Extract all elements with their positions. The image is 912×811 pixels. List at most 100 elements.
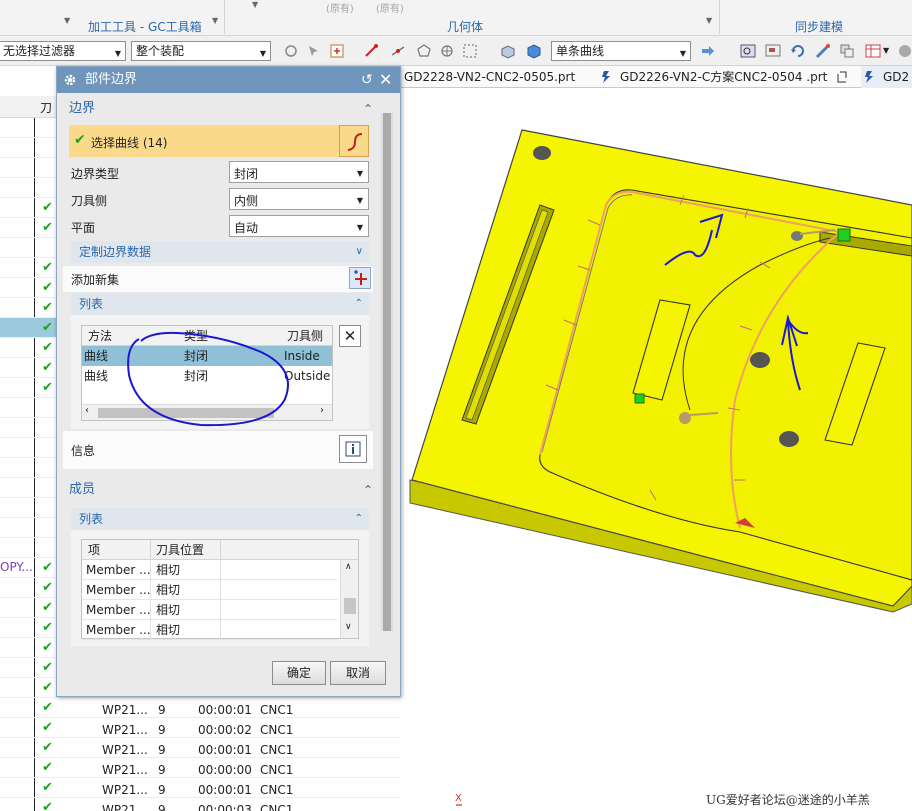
tool-side-select[interactable]: 内侧 ▼ <box>229 188 369 210</box>
section-boundary-header[interactable]: 边界 ⌃ <box>63 96 379 122</box>
filter-pointer-icon[interactable] <box>306 43 322 59</box>
snap-midpoint-icon[interactable] <box>390 43 406 59</box>
plane-select[interactable]: 自动 ▼ <box>229 215 369 237</box>
list-header[interactable]: 列表 ⌃ <box>71 293 369 315</box>
select-box-icon[interactable] <box>329 43 345 59</box>
tab-file-gd2[interactable]: GD2 <box>861 66 912 88</box>
snap-endpoint-icon[interactable] <box>363 43 379 59</box>
hole-center <box>750 352 770 368</box>
section-members-title: 成员 <box>69 482 96 497</box>
curve-picker-button[interactable] <box>339 125 369 157</box>
members-vertical-scrollbar[interactable]: ∧ ∨ <box>340 560 358 638</box>
cell-machine: CNC1 <box>260 803 294 811</box>
scroll-up-icon[interactable]: ∧ <box>345 562 352 572</box>
boundary-type-select[interactable]: 封闭 ▼ <box>229 161 369 183</box>
ribbon-group-machining-tools[interactable]: 加工工具 - GC工具箱 <box>88 18 202 35</box>
ribbon-faded-label: (原有) <box>326 4 354 15</box>
ribbon-expand-icon[interactable]: ▼ <box>212 16 218 25</box>
section-members-header[interactable]: 成员 ⌃ <box>63 477 379 503</box>
column-header-tool[interactable]: 刀 <box>40 99 52 116</box>
check-icon: ✔ <box>42 340 53 355</box>
dialog-scrollbar-track[interactable] <box>381 113 393 631</box>
collapse-icon[interactable]: ⌃ <box>355 293 363 315</box>
chevron-down-icon: ▼ <box>356 169 363 178</box>
part-model[interactable]: X <box>400 89 912 811</box>
rotate-icon[interactable] <box>790 43 806 59</box>
ribbon-dropdown-icon[interactable]: ▼ <box>252 0 258 9</box>
close-icon[interactable]: ✕ <box>379 67 392 93</box>
hole-small <box>791 231 803 241</box>
column-header-item[interactable]: 项 <box>88 540 100 560</box>
cancel-button[interactable]: 取消 <box>330 661 386 685</box>
add-new-set-button[interactable] <box>349 267 371 289</box>
remove-item-button[interactable]: ✕ <box>339 325 361 347</box>
check-icon: ✔ <box>74 132 86 148</box>
column-header-method[interactable]: 方法 <box>88 326 112 346</box>
cell-item: Member ... <box>86 623 151 637</box>
select-curve-row[interactable]: ✔ 选择曲线 (14) <box>69 125 339 157</box>
selection-filter-dropdown[interactable]: 无选择过滤器 ▼ <box>0 41 126 61</box>
custom-boundary-data-header[interactable]: 定制边界数据 ∨ <box>71 241 369 263</box>
ok-button[interactable]: 确定 <box>272 661 326 685</box>
table-row[interactable]: Member ... 相切 <box>82 620 338 640</box>
tab-pin-icon[interactable] <box>836 71 848 83</box>
pan-icon[interactable] <box>815 43 831 59</box>
column-header-tool-position[interactable]: 刀具位置 <box>156 540 204 560</box>
cell-count: 9 <box>158 723 166 737</box>
tab-file-0505[interactable]: GD2228-VN2-CNC2-0505.prt <box>400 66 596 88</box>
expand-icon[interactable]: ∨ <box>356 241 363 263</box>
ribbon-group-geometry[interactable]: 几何体 <box>447 18 483 35</box>
layer-settings-icon[interactable] <box>865 43 881 59</box>
copy-label: OPY... <box>0 560 33 574</box>
ribbon-expand-icon[interactable]: ▼ <box>706 16 712 25</box>
shaded-view-icon[interactable] <box>500 43 516 59</box>
box-select-icon[interactable] <box>462 43 478 59</box>
reset-icon[interactable]: ↺ <box>361 67 373 93</box>
graphics-viewport[interactable]: X <box>400 89 912 811</box>
ribbon-group-sync-modeling[interactable]: 同步建模 <box>795 18 843 35</box>
members-list-header[interactable]: 列表 ⌃ <box>71 508 369 530</box>
cell-method: 曲线 <box>84 369 109 383</box>
render-style-icon[interactable] <box>839 43 855 59</box>
hole-lower <box>779 431 799 447</box>
boundary-start-marker[interactable] <box>634 393 645 404</box>
snap-point-icon[interactable] <box>283 43 299 59</box>
fit-view-icon[interactable] <box>740 43 756 59</box>
cube-icon[interactable] <box>526 43 542 59</box>
scroll-left-icon[interactable]: ‹ <box>85 405 89 416</box>
info-label: 信息 <box>71 444 96 458</box>
collapse-icon[interactable]: ⌃ <box>355 508 363 530</box>
cell-count: 9 <box>158 703 166 717</box>
collapse-icon[interactable]: ⌃ <box>363 96 373 122</box>
collapse-icon[interactable]: ⌃ <box>363 477 373 503</box>
curve-rule-value: 单条曲线 <box>556 44 605 58</box>
assembly-scope-dropdown[interactable]: 整个装配 ▼ <box>131 41 271 61</box>
chevron-down-icon: ▼ <box>679 49 686 58</box>
arrow-right-icon[interactable] <box>700 43 716 59</box>
material-icon[interactable] <box>897 43 912 59</box>
table-row[interactable]: Member ... 相切 <box>82 580 338 600</box>
zoom-icon[interactable] <box>765 43 781 59</box>
part-boundary-dialog[interactable]: 部件边界 ↺ ✕ 边界 ⌃ ✔ 选择曲线 (14) 边界类型 封闭 ▼ 刀具侧 内… <box>56 66 401 697</box>
cell-machine: CNC1 <box>260 783 294 797</box>
direction-handle[interactable] <box>679 412 691 424</box>
snap-center-icon[interactable] <box>416 43 432 59</box>
table-row[interactable]: Member ... 相切 <box>82 560 338 580</box>
table-row[interactable]: Member ... 相切 <box>82 600 338 620</box>
scroll-right-icon[interactable]: › <box>320 405 324 416</box>
check-icon: ✔ <box>42 640 53 655</box>
check-icon: ✔ <box>42 220 53 235</box>
check-icon: ✔ <box>42 720 53 735</box>
dialog-scrollbar-thumb[interactable] <box>383 113 391 631</box>
scroll-thumb[interactable] <box>344 598 356 614</box>
chevron-down-icon[interactable]: ▼ <box>883 46 889 55</box>
tab-file-0504[interactable]: GD2226-VN2-C方案CNC2-0504 .prt <box>598 66 860 88</box>
info-button[interactable] <box>339 435 367 463</box>
ribbon-expand-icon[interactable]: ▼ <box>64 16 70 25</box>
dialog-title-bar[interactable]: 部件边界 ↺ ✕ <box>57 67 400 93</box>
part-file-icon <box>602 71 610 83</box>
snap-quadrant-icon[interactable] <box>439 43 455 59</box>
curve-rule-dropdown[interactable]: 单条曲线 ▼ <box>551 41 691 61</box>
boundary-start-marker[interactable] <box>837 228 851 242</box>
scroll-down-icon[interactable]: ∨ <box>345 622 352 632</box>
